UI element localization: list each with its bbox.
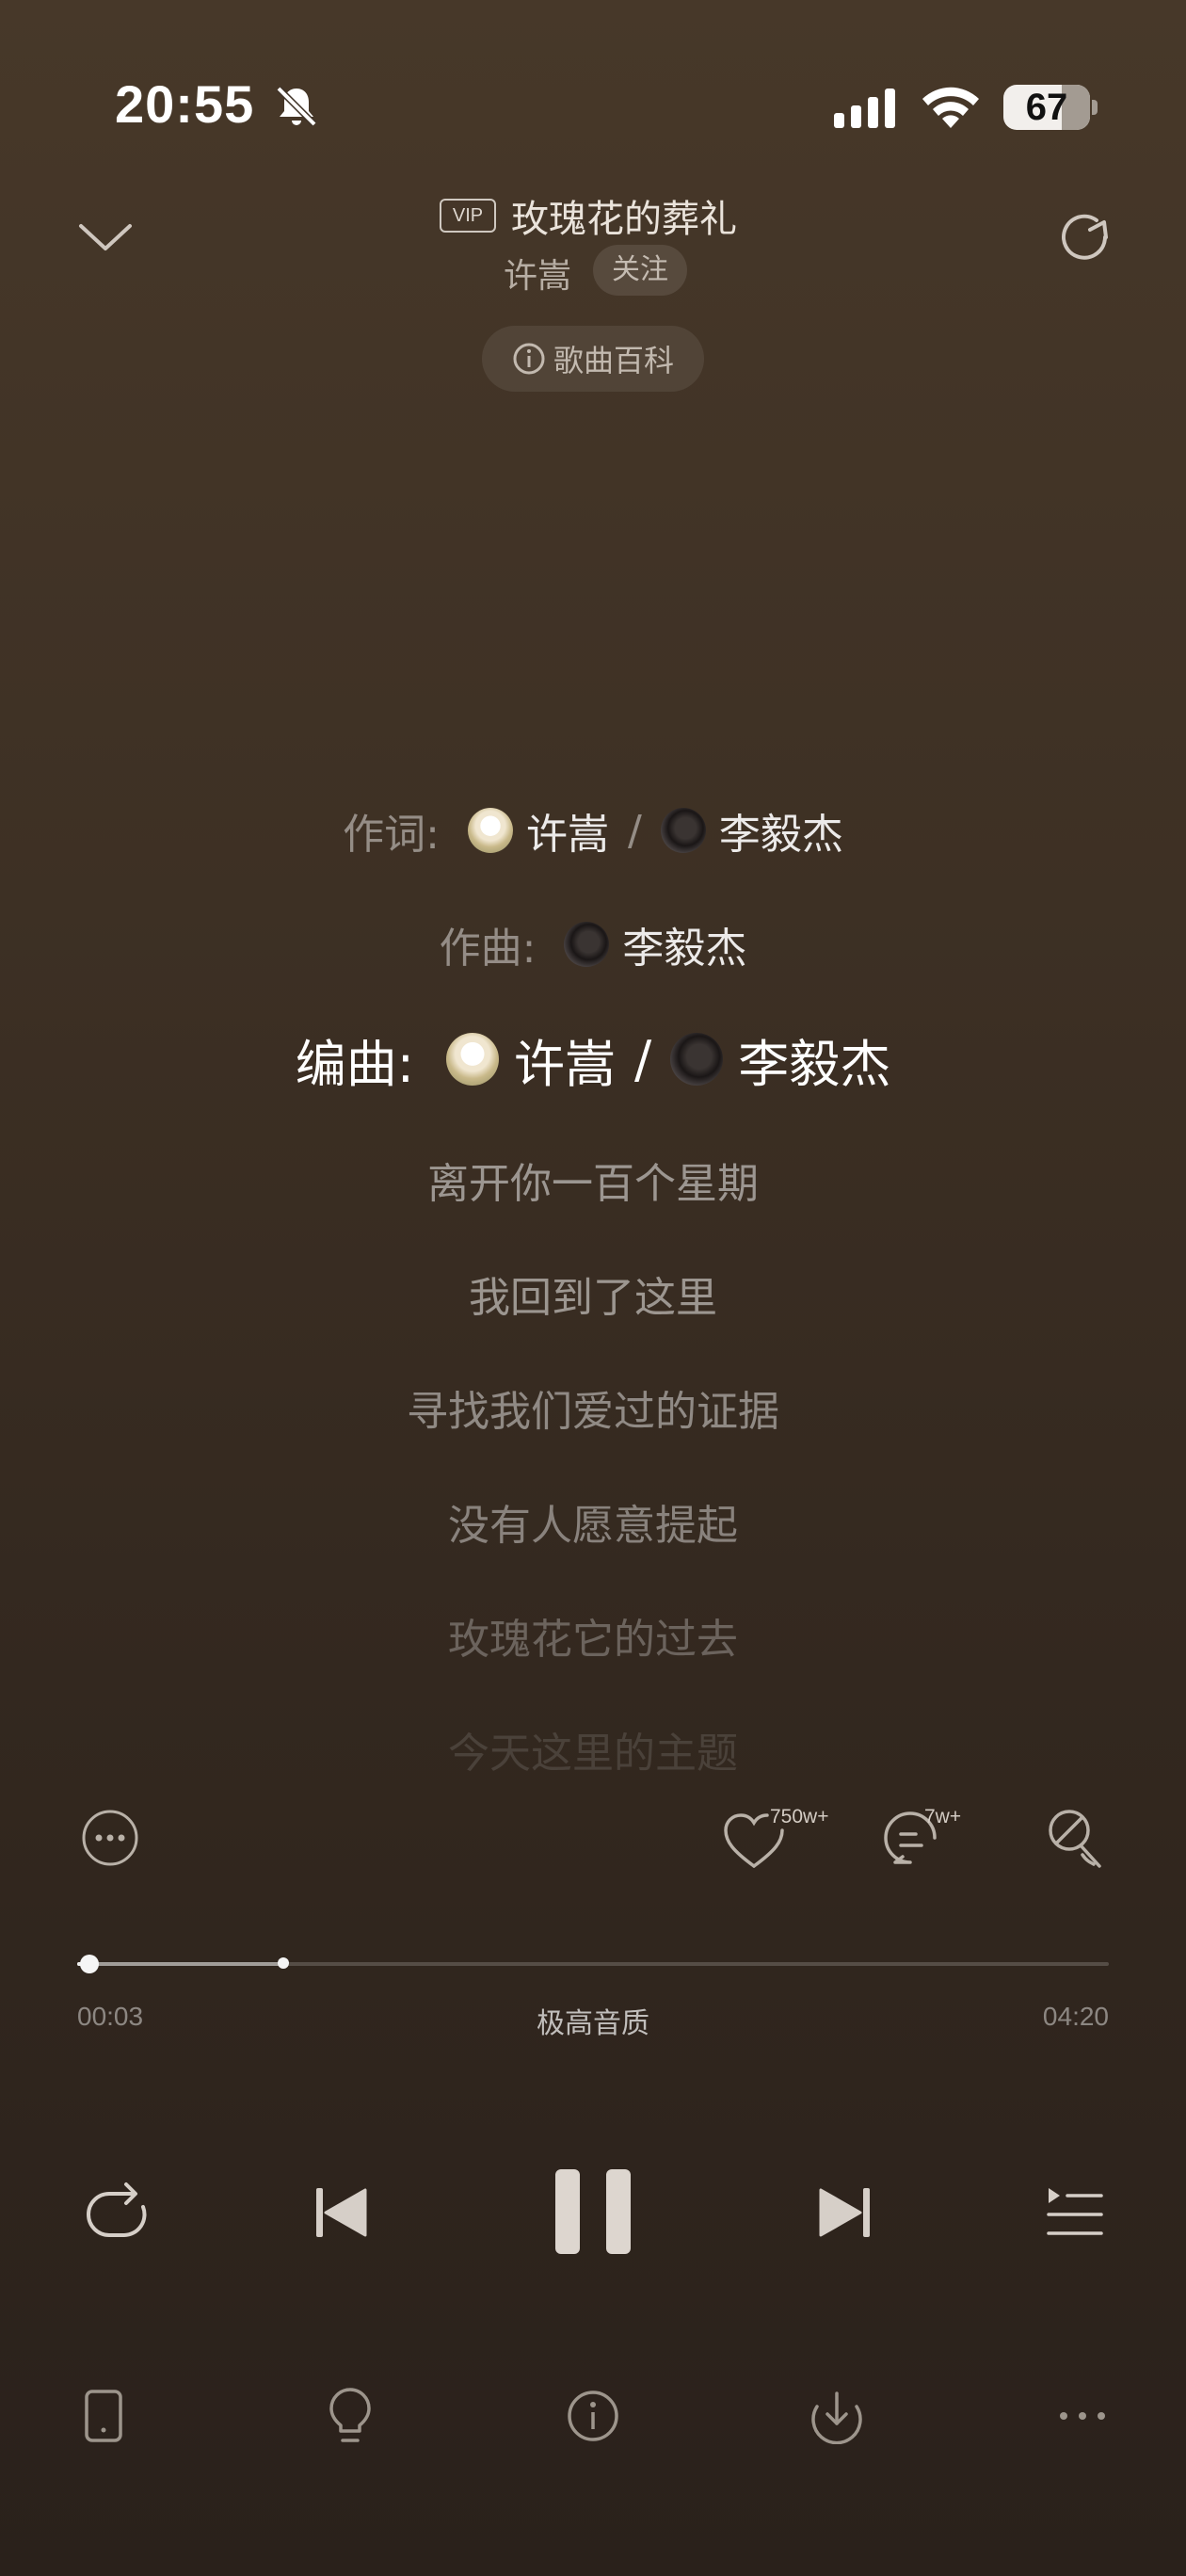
progress-buffer xyxy=(77,1962,284,1966)
lyricist-name-a[interactable]: 许嵩 xyxy=(526,800,609,861)
lightbulb-icon xyxy=(329,2388,371,2442)
artist-name[interactable]: 许嵩 xyxy=(504,249,571,298)
buffer-marker xyxy=(278,1957,290,1969)
song-info-button[interactable] xyxy=(567,2388,619,2444)
composer-label: 作曲: xyxy=(439,925,537,973)
song-wiki-button[interactable]: 歌曲百科 xyxy=(482,326,704,392)
battery-tip xyxy=(1092,100,1098,115)
credit-separator: / xyxy=(628,806,642,855)
download-icon xyxy=(811,2391,862,2445)
avatar[interactable] xyxy=(468,808,513,853)
skip-back-icon xyxy=(316,2188,367,2237)
avatar[interactable] xyxy=(670,1033,724,1086)
lyric-line[interactable]: 我回到了这里 xyxy=(0,1264,1186,1324)
credit-separator: / xyxy=(634,1029,652,1089)
arranger-name-b[interactable]: 李毅杰 xyxy=(738,1022,890,1097)
total-time: 04:20 xyxy=(1042,2002,1109,2031)
comment-count: 7w+ xyxy=(924,1806,962,1827)
lyric-line[interactable]: 没有人愿意提起 xyxy=(0,1491,1186,1552)
arranger-name-a[interactable]: 许嵩 xyxy=(514,1022,616,1097)
repeat-icon xyxy=(87,2182,147,2237)
song-wiki-label: 歌曲百科 xyxy=(553,343,674,378)
repeat-mode-button[interactable] xyxy=(79,2175,152,2248)
progress-bar[interactable] xyxy=(77,1955,1109,1973)
lyric-line[interactable]: 寻找我们爱过的证据 xyxy=(0,1377,1186,1438)
next-track-button[interactable] xyxy=(815,2182,875,2243)
playlist-icon xyxy=(1047,2188,1103,2235)
wifi-icon xyxy=(920,83,982,134)
lyric-line[interactable]: 今天这里的主题 xyxy=(0,1719,1186,1779)
pause-icon xyxy=(555,2169,631,2254)
lyricist-name-b[interactable]: 李毅杰 xyxy=(719,800,843,861)
device-button[interactable] xyxy=(79,2388,128,2444)
battery-level: 67 xyxy=(1025,87,1068,128)
lyric-line[interactable]: 离开你一百个星期 xyxy=(0,1150,1186,1210)
playlist-button[interactable] xyxy=(1045,2182,1105,2243)
audio-quality-button[interactable]: 极高音质 xyxy=(0,2000,1186,2041)
info-icon xyxy=(513,343,545,375)
skip-forward-icon xyxy=(819,2188,870,2237)
more-dots-icon xyxy=(1060,2412,1105,2420)
tips-button[interactable] xyxy=(324,2386,377,2446)
progress-thumb[interactable] xyxy=(80,1955,100,1973)
chevron-down-icon xyxy=(79,224,132,250)
download-button[interactable] xyxy=(809,2388,864,2445)
more-options-button[interactable] xyxy=(81,1809,139,1867)
composer-credit: 作曲: 李毅杰 xyxy=(0,914,1186,974)
share-button[interactable] xyxy=(1056,209,1116,269)
pause-button[interactable] xyxy=(552,2165,634,2258)
lyricist-label: 作词: xyxy=(343,811,440,859)
share-icon xyxy=(1062,214,1108,260)
arranger-label: 编曲: xyxy=(295,1034,414,1094)
composer-name[interactable]: 李毅杰 xyxy=(622,914,746,974)
collapse-player-button[interactable] xyxy=(75,215,136,260)
info-icon xyxy=(568,2391,618,2441)
bell-slash-icon xyxy=(273,83,320,134)
avatar[interactable] xyxy=(564,922,610,967)
avatar[interactable] xyxy=(446,1033,499,1086)
phone-icon xyxy=(85,2390,122,2442)
song-title: 玫瑰花的葬礼 xyxy=(511,198,737,241)
like-count: 750w+ xyxy=(770,1806,829,1827)
follow-button[interactable]: 关注 xyxy=(593,245,687,296)
avatar[interactable] xyxy=(660,808,706,853)
battery-indicator: 67 xyxy=(1003,85,1090,130)
status-time: 20:55 xyxy=(115,74,255,134)
vip-badge: VIP xyxy=(440,199,496,233)
lyric-line[interactable]: 玫瑰花它的过去 xyxy=(0,1605,1186,1666)
microphone-icon xyxy=(1049,1810,1101,1868)
karaoke-button[interactable] xyxy=(1041,1806,1109,1874)
cellular-signal-icon xyxy=(832,87,898,132)
previous-track-button[interactable] xyxy=(311,2182,371,2243)
lyricist-credit: 作词: 许嵩 / 李毅杰 xyxy=(0,800,1186,861)
overflow-menu-button[interactable] xyxy=(1056,2399,1109,2433)
ellipsis-circle-icon xyxy=(82,1810,138,1866)
arranger-credit: 编曲: 许嵩 / 李毅杰 xyxy=(0,1024,1186,1094)
